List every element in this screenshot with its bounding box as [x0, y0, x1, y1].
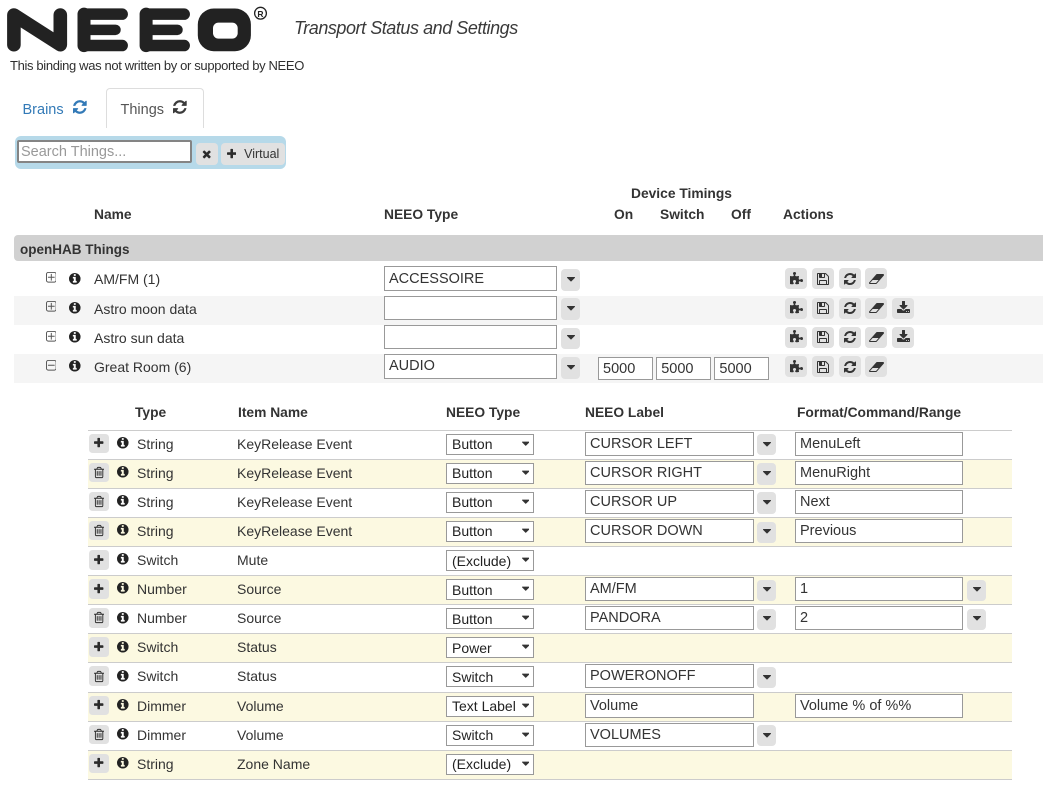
- svg-text:R: R: [257, 9, 263, 19]
